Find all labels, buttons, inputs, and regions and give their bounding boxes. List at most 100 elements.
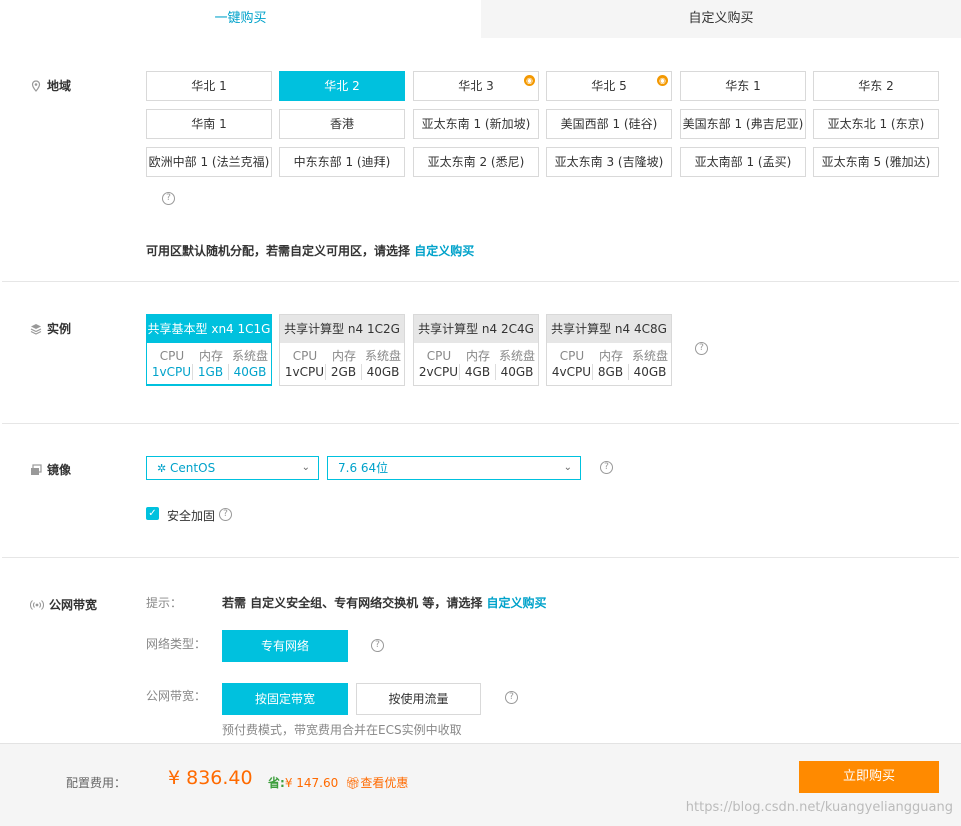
disk-column-label: 系统盘 (631, 349, 668, 363)
vpc-network-button[interactable]: 专有网络 (222, 630, 348, 662)
instance-section-label: 实例 (30, 320, 71, 337)
disk-value: 40GB (500, 365, 534, 379)
region-option[interactable]: 华东 1 (680, 71, 806, 101)
centos-icon: ✲ (157, 462, 167, 475)
region-option-label: 华北 5 (591, 79, 627, 93)
security-hardening-checkbox[interactable]: ✓ (146, 507, 159, 520)
region-option-label: 华北 3 (458, 79, 494, 93)
savings-amount: ¥ 147.60 (284, 776, 339, 790)
region-option[interactable]: 亚太南部 1 (孟买) (680, 147, 806, 177)
memory-value: 1GB (193, 364, 229, 380)
layers-icon (30, 323, 42, 335)
cpu-column-label: CPU (426, 349, 452, 363)
region-option[interactable]: 华北 5 ◉ (546, 71, 672, 101)
region-option[interactable]: 中东东部 1 (迪拜) (279, 147, 405, 177)
buy-now-button[interactable]: 立即购买 (799, 761, 939, 793)
memory-column-label: 内存 (465, 349, 490, 363)
region-option[interactable]: 美国西部 1 (硅谷) (546, 109, 672, 139)
region-option[interactable]: 亚太东南 5 (雅加达) (813, 147, 939, 177)
memory-column-label: 内存 (331, 349, 356, 363)
region-option-label: 香港 (329, 117, 354, 131)
hot-badge-icon: ◉ (657, 75, 668, 86)
view-discount-link[interactable]: 查看优惠 (360, 776, 408, 790)
chevron-down-icon: ⌄ (563, 462, 572, 473)
region-option-label: 美国西部 1 (硅谷) (560, 117, 658, 131)
divider (2, 281, 959, 282)
region-option[interactable]: 亚太东南 2 (悉尼) (413, 147, 539, 177)
region-option-label: 亚太东南 2 (悉尼) (427, 155, 525, 169)
bandwidth-billing-note: 预付费模式，带宽费用合并在ECS实例中收取 (222, 723, 462, 737)
region-option-label: 华东 2 (858, 79, 894, 93)
instance-spec-card[interactable]: 共享计算型 n4 1C2G CPU 内存 系统盘 1vCPU 2GB 40GB (279, 314, 405, 386)
savings-info: 省:¥ 147.60 🎁︎查看优惠 (268, 774, 408, 791)
network-help-icon[interactable]: ? (371, 639, 384, 652)
instance-spec-details: CPU 内存 系统盘 4vCPU 8GB 40GB (551, 348, 671, 380)
region-option[interactable]: 华南 1 (146, 109, 272, 139)
cpu-value: 1vCPU (151, 364, 193, 380)
watermark: https://blog.csdn.net/kuangyeliangguang (685, 800, 953, 815)
instance-spec-name: 共享计算型 n4 4C8G (547, 315, 671, 343)
memory-value: 2GB (326, 364, 362, 380)
memory-column-label: 内存 (198, 349, 223, 363)
bandwidth-tip-label: 提示： (146, 596, 183, 610)
savings-prefix: 省: (268, 776, 285, 790)
region-option[interactable]: 亚太东南 3 (吉隆坡) (546, 147, 672, 177)
instance-spec-details: CPU 内存 系统盘 2vCPU 4GB 40GB (418, 348, 538, 380)
disk-value: 40GB (233, 365, 267, 379)
region-option[interactable]: 亚太东南 1 (新加坡) (413, 109, 539, 139)
instance-spec-name: 共享计算型 n4 1C2G (280, 315, 404, 343)
bandwidth-help-icon[interactable]: ? (505, 691, 518, 704)
region-option[interactable]: 华北 2 (279, 71, 405, 101)
instance-spec-card[interactable]: 共享计算型 n4 2C4G CPU 内存 系统盘 2vCPU 4GB 40GB (413, 314, 539, 386)
region-option-label: 亚太南部 1 (孟买) (694, 155, 792, 169)
region-option[interactable]: 美国东部 1 (弗吉尼亚) (680, 109, 806, 139)
order-footer: 配置费用： ¥ 836.40 省:¥ 147.60 🎁︎查看优惠 立即购买 ht… (0, 743, 961, 826)
os-version-select[interactable]: 7.6 64位 ⌄ (327, 456, 581, 480)
memory-value: 8GB (593, 364, 629, 380)
region-option[interactable]: 华北 3 ◉ (413, 71, 539, 101)
region-option[interactable]: 华北 1 (146, 71, 272, 101)
region-option-label: 亚太东南 3 (吉隆坡) (554, 155, 664, 169)
instance-spec-details: CPU 内存 系统盘 1vCPU 1GB 40GB (151, 348, 271, 380)
disk-column-label: 系统盘 (364, 349, 401, 363)
disk-column-label: 系统盘 (231, 349, 268, 363)
tab-quick-buy[interactable]: 一键购买 (0, 0, 481, 38)
region-option-label: 中东东部 1 (迪拜) (293, 155, 391, 169)
total-price: ¥ 836.40 (168, 767, 253, 789)
instance-help-icon[interactable]: ? (695, 342, 708, 355)
region-option[interactable]: 欧洲中部 1 (法兰克福) (146, 147, 272, 177)
instance-spec-name: 共享基本型 xn4 1C1G (147, 315, 271, 343)
cpu-value: 4vCPU (551, 364, 593, 380)
image-stack-icon (30, 463, 42, 476)
image-help-icon[interactable]: ? (600, 461, 613, 474)
divider (2, 557, 959, 558)
region-option[interactable]: 香港 (279, 109, 405, 139)
cost-label: 配置费用： (66, 776, 127, 790)
region-option[interactable]: 华东 2 (813, 71, 939, 101)
region-help-icon[interactable]: ? (162, 192, 175, 205)
zone-custom-buy-link[interactable]: 自定义购买 (414, 244, 474, 258)
bandwidth-custom-buy-link[interactable]: 自定义购买 (487, 596, 547, 610)
chevron-down-icon: ⌄ (301, 462, 310, 473)
os-select[interactable]: ✲ CentOS ⌄ (146, 456, 319, 480)
memory-value: 4GB (460, 364, 496, 380)
region-section-label: 地域 (30, 77, 71, 94)
gift-icon: 🎁︎ (345, 776, 361, 790)
tab-custom-buy[interactable]: 自定义购买 (481, 0, 961, 38)
region-option-label: 亚太东北 1 (东京) (827, 117, 925, 131)
divider (2, 423, 959, 424)
region-option-label: 亚太东南 5 (雅加达) (821, 155, 931, 169)
instance-spec-card[interactable]: 共享计算型 n4 4C8G CPU 内存 系统盘 4vCPU 8GB 40GB (546, 314, 672, 386)
region-option[interactable]: 亚太东北 1 (东京) (813, 109, 939, 139)
location-pin-icon (30, 79, 42, 92)
security-help-icon[interactable]: ? (219, 508, 232, 521)
cpu-value: 2vCPU (418, 364, 460, 380)
purchase-tabs: 一键购买 自定义购买 (0, 0, 961, 38)
fixed-bandwidth-button[interactable]: 按固定带宽 (222, 683, 348, 715)
cpu-column-label: CPU (159, 349, 185, 363)
instance-spec-card[interactable]: 共享基本型 xn4 1C1G CPU 内存 系统盘 1vCPU 1GB 40GB (146, 314, 272, 386)
memory-column-label: 内存 (598, 349, 623, 363)
disk-value: 40GB (366, 365, 400, 379)
traffic-bandwidth-button[interactable]: 按使用流量 (356, 683, 481, 715)
region-option-label: 亚太东南 1 (新加坡) (421, 117, 531, 131)
